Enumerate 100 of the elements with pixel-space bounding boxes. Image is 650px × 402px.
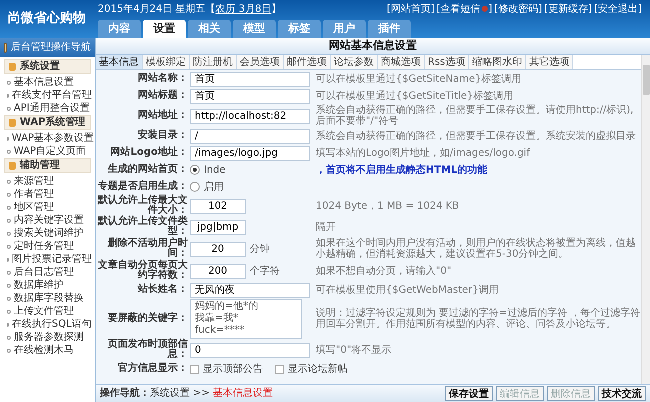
nav-link[interactable]: 图片投票记录管理 bbox=[4, 253, 91, 266]
nav-link[interactable]: 数据库维护 bbox=[4, 279, 91, 292]
radio-label: 启用 bbox=[204, 180, 224, 194]
section-header[interactable]: 辅助管理 bbox=[4, 158, 91, 173]
top-link[interactable]: [安全退出] bbox=[594, 2, 642, 16]
nav-link[interactable]: 数据库字段替换 bbox=[4, 292, 91, 305]
field-label: 生成的网站首页： bbox=[106, 165, 188, 175]
nav-link[interactable]: 作者管理 bbox=[4, 188, 91, 201]
keyword-textarea[interactable]: 妈妈的=他*的 我靠=我* fuck=**** bbox=[190, 299, 302, 339]
settings-tab[interactable]: Rss选项 bbox=[425, 55, 470, 69]
field-label: 站长姓名： bbox=[136, 285, 188, 295]
checkbox[interactable] bbox=[275, 364, 284, 374]
hint-text: 可在模板里使用{$GetWebMaster}调用 bbox=[315, 284, 500, 296]
section-header[interactable]: WAP系统管理 bbox=[4, 115, 91, 130]
radio-button[interactable] bbox=[190, 182, 200, 192]
field-label: 文章自动分页每页大约字符数： bbox=[97, 261, 188, 281]
text-field[interactable]: 首页 bbox=[190, 72, 310, 86]
bullet-icon bbox=[7, 284, 11, 288]
settings-tab[interactable]: 邮件选项 bbox=[284, 55, 331, 69]
text-field[interactable]: /images/logo.jpg bbox=[190, 146, 310, 160]
nav-link[interactable]: WAP自定义页面 bbox=[4, 145, 91, 158]
nav-link[interactable]: 搜索关键词维护 bbox=[4, 227, 91, 240]
settings-tab[interactable]: 会员选项 bbox=[237, 55, 284, 69]
nav-link[interactable]: 上传文件管理 bbox=[4, 305, 91, 318]
hint-text: 说明：过滤字符设定规则为 要过滤的字符=过滤后的字符 ，每个过滤字符用回车分割开。作用范围所有模型的内容、评论、问答及小论坛等。 bbox=[315, 308, 641, 330]
number-field[interactable]: jpg|bmp bbox=[190, 220, 246, 234]
hint-text: 可以在模板里通过{$GetSiteTitle}标签调用 bbox=[315, 90, 515, 102]
nav-link[interactable]: 内容关键字设置 bbox=[4, 214, 91, 227]
top-link[interactable]: [更新缓存] bbox=[544, 2, 592, 16]
keyword-line: 我靠=我* bbox=[195, 313, 238, 325]
nav-link[interactable]: 基本信息设置 bbox=[4, 76, 91, 89]
settings-tab[interactable]: 商城选项 bbox=[378, 55, 425, 69]
footer-button[interactable]: 技术交流 bbox=[598, 386, 646, 401]
settings-tab[interactable]: 模板绑定 bbox=[143, 55, 190, 69]
bullet-icon bbox=[7, 218, 11, 222]
settings-tab[interactable]: 防注册机 bbox=[190, 55, 237, 69]
top-link[interactable]: [网站首页] bbox=[386, 2, 435, 16]
nav-link[interactable]: 在线支付平台管理 bbox=[4, 89, 91, 102]
field-label: 要屏蔽的关键字： bbox=[107, 314, 188, 324]
hint-text: 系统会自动获得正确的路径，但需要手工保存设置。请使用http://标识),后面不要带"/"符号 bbox=[315, 105, 635, 127]
date-text: 2015年4月24日 星期五【农历 3月8日】 bbox=[98, 2, 282, 16]
top-link[interactable]: [修改密码] bbox=[494, 2, 542, 16]
bullet-icon bbox=[7, 348, 11, 352]
nav-link[interactable]: 定时任务管理 bbox=[4, 240, 91, 253]
nav-link[interactable]: 在线执行SQL语句 bbox=[4, 318, 91, 331]
hint-text: 系统会自动获得正确的路径，但需要手工保存设置。系统安装的虚拟目录 bbox=[315, 130, 637, 142]
sidebar-title: 后台管理操作导航 bbox=[11, 40, 91, 55]
field-label: 网站名称： bbox=[137, 74, 188, 84]
text-field[interactable]: 无风的夜 bbox=[190, 282, 310, 298]
nav-link[interactable]: WAP基本参数设置 bbox=[4, 132, 91, 145]
checkbox-label: 显示论坛新帖 bbox=[288, 362, 348, 376]
footer-button[interactable]: 保存设置 bbox=[445, 386, 493, 401]
text-field[interactable]: 0 bbox=[190, 342, 310, 358]
number-field[interactable]: 102 bbox=[190, 198, 246, 214]
field-label: 专题是否启用生成： bbox=[97, 182, 188, 192]
text-field[interactable]: 首页 bbox=[190, 88, 310, 104]
hint-text: 如果不想自动分页，请输入"0" bbox=[315, 266, 453, 276]
breadcrumb: 操作导航：系统设置 >> 基本信息设置 bbox=[100, 386, 274, 401]
lunar-date-link[interactable]: 农历 3月8日 bbox=[216, 4, 272, 14]
text-field[interactable]: http://localhost:82 bbox=[190, 108, 310, 124]
checkbox[interactable] bbox=[190, 364, 199, 374]
panel-title: 网站基本信息设置 bbox=[329, 38, 417, 54]
nav-link[interactable]: 地区管理 bbox=[4, 201, 91, 214]
bullet-icon bbox=[7, 106, 11, 110]
site-logo: 尚微省心购物 bbox=[7, 10, 87, 28]
nav-link[interactable]: 来源管理 bbox=[4, 175, 91, 188]
field-label: 删除不活动用户时间： bbox=[106, 239, 188, 259]
bullet-icon bbox=[7, 232, 11, 236]
settings-tab[interactable]: 其它选项 bbox=[526, 55, 574, 69]
keyword-line: fuck=**** bbox=[195, 325, 245, 337]
text-field[interactable]: / bbox=[190, 128, 310, 144]
settings-tab[interactable]: 基本信息 bbox=[96, 55, 143, 69]
bullet-icon bbox=[7, 180, 11, 184]
field-label: 网站Logo地址： bbox=[110, 148, 188, 158]
top-link[interactable]: [查看短信 ] bbox=[436, 2, 493, 16]
section-title: 系统设置 bbox=[20, 60, 60, 74]
number-field[interactable]: 200 bbox=[190, 264, 246, 278]
message-icon bbox=[482, 6, 488, 12]
section-header[interactable]: 系统设置 bbox=[4, 59, 91, 74]
nav-link[interactable]: 后台日志管理 bbox=[4, 266, 91, 279]
scrollbar[interactable] bbox=[641, 55, 650, 384]
settings-tab[interactable]: 缩略图水印 bbox=[469, 55, 526, 69]
hint-text: 1024 Byte，1 MB = 1024 KB bbox=[315, 200, 460, 212]
hint-text: 如果在这个时间内用户没有活动，则用户的在线状态将被置为离线，值越小越精确，但消耗资源越大，建议设置在5-30分钟之间。 bbox=[315, 238, 637, 260]
nav-link[interactable]: 在线检测木马 bbox=[4, 344, 91, 357]
field-label: 安装目录： bbox=[137, 131, 188, 141]
unit-text: 个字符 bbox=[250, 264, 280, 278]
main-tab[interactable]: 设置 bbox=[143, 20, 186, 38]
bullet-icon bbox=[7, 336, 11, 340]
settings-tab[interactable]: 论坛参数 bbox=[331, 55, 378, 69]
field-label: 默认允许上传文件类型： bbox=[96, 217, 188, 237]
bullet-icon bbox=[7, 206, 11, 210]
hint-text: 隔开 bbox=[315, 222, 337, 232]
section-title: 辅助管理 bbox=[20, 158, 60, 173]
nav-link[interactable]: API通用整合设置 bbox=[4, 102, 91, 115]
radio-button[interactable] bbox=[190, 165, 200, 175]
radio-label: Inde bbox=[204, 164, 226, 178]
number-field[interactable]: 20 bbox=[190, 242, 246, 256]
section-title: WAP系统管理 bbox=[20, 116, 86, 130]
nav-link[interactable]: 服务器参数探测 bbox=[4, 331, 91, 344]
